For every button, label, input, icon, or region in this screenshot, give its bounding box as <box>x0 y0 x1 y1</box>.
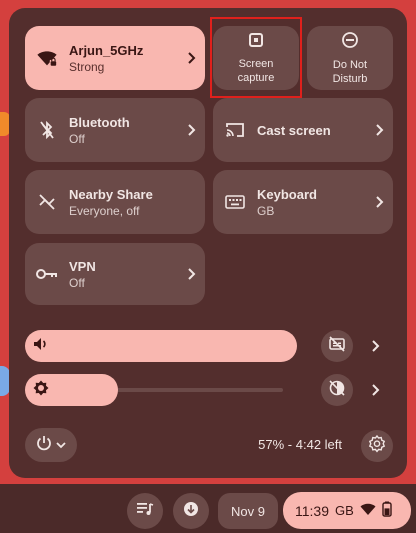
do-not-disturb-button[interactable]: Do Not Disturb <box>307 26 393 90</box>
status-area-button[interactable]: 11:39 GB <box>283 492 411 529</box>
audio-settings-chevron[interactable] <box>366 336 386 356</box>
night-light-button[interactable] <box>321 374 353 406</box>
captions-off-icon <box>328 335 346 357</box>
wifi-tile[interactable]: Arjun_5GHz Strong <box>25 26 205 90</box>
settings-button[interactable] <box>361 430 393 462</box>
chevron-down-icon <box>56 436 66 454</box>
volume-slider[interactable] <box>25 330 297 362</box>
keyboard-label: Keyboard <box>257 186 317 202</box>
bluetooth-status: Off <box>69 131 85 146</box>
vpn-key-icon <box>25 268 69 280</box>
power-icon <box>36 435 52 456</box>
shelf-date[interactable]: Nov 9 <box>218 493 278 529</box>
nearby-share-label: Nearby Share <box>69 186 153 202</box>
battery-icon <box>382 501 392 520</box>
nearby-share-status: Everyone, off <box>69 203 140 218</box>
battery-status-text: 57% - 4:42 left <box>258 437 342 452</box>
bluetooth-off-icon <box>25 120 69 140</box>
wifi-icon <box>360 502 376 519</box>
wifi-signal-strength: Strong <box>69 59 105 74</box>
keyboard-layout-indicator: GB <box>335 503 354 518</box>
screen-capture-label: Screen capture <box>237 57 275 84</box>
nearby-share-tile[interactable]: Nearby Share Everyone, off <box>25 170 205 234</box>
wifi-network-name: Arjun_5GHz <box>69 42 144 58</box>
screen-capture-icon <box>248 32 264 53</box>
keyboard-layout-value: GB <box>257 203 275 218</box>
vpn-label: VPN <box>69 258 96 274</box>
wifi-locked-icon <box>25 47 69 69</box>
bluetooth-tile[interactable]: Bluetooth Off <box>25 98 205 162</box>
download-circle-icon <box>183 501 199 522</box>
bluetooth-label: Bluetooth <box>69 114 130 130</box>
chevron-right-icon <box>179 268 205 280</box>
power-menu-button[interactable] <box>25 428 77 462</box>
cast-screen-label: Cast screen <box>257 122 331 138</box>
chevron-right-icon <box>179 124 205 136</box>
holding-space-button[interactable] <box>173 493 209 529</box>
chevron-right-icon <box>367 124 393 136</box>
clock-time: 11:39 <box>295 502 329 519</box>
chevron-right-icon <box>367 196 393 208</box>
brightness-icon <box>33 380 49 401</box>
audio-output-button[interactable] <box>321 330 353 362</box>
volume-icon <box>33 337 49 356</box>
display-settings-chevron[interactable] <box>366 380 386 400</box>
screen-capture-button[interactable]: Screen capture <box>213 26 299 90</box>
vpn-tile[interactable]: VPN Off <box>25 243 205 305</box>
do-not-disturb-label: Do Not Disturb <box>332 58 368 85</box>
vpn-status: Off <box>69 275 85 290</box>
media-controls-button[interactable] <box>127 493 163 529</box>
playlist-music-icon <box>136 501 154 522</box>
keyboard-icon <box>213 195 257 209</box>
do-not-disturb-icon <box>341 31 359 54</box>
cast-icon <box>213 122 257 138</box>
settings-gear-icon <box>368 434 386 458</box>
chevron-right-icon <box>179 52 205 64</box>
brightness-slider[interactable] <box>25 374 118 406</box>
night-light-off-icon <box>328 379 346 402</box>
cast-screen-tile[interactable]: Cast screen <box>213 98 393 162</box>
keyboard-tile[interactable]: Keyboard GB <box>213 170 393 234</box>
nearby-share-off-icon <box>25 193 69 211</box>
